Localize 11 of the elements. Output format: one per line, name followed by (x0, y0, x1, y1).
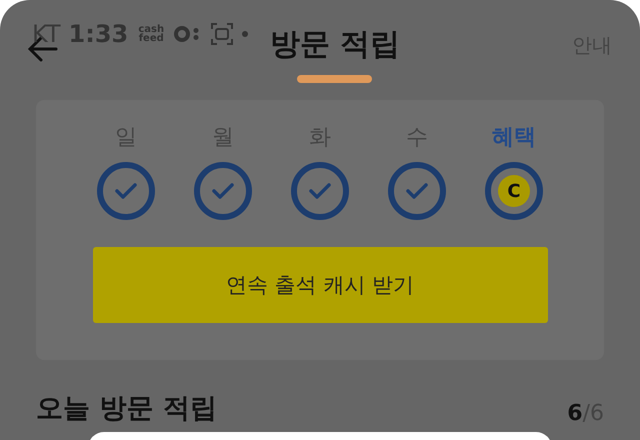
check-icon (291, 162, 349, 220)
check-icon (97, 162, 155, 220)
dot-icon (242, 31, 248, 37)
claim-button[interactable]: 연속 출석 캐시 받기 (92, 247, 548, 323)
screenshot-icon (210, 22, 234, 46)
page-title: 방문 적립 (270, 26, 400, 64)
check-icon (194, 162, 252, 220)
coin-icon: C (498, 175, 530, 207)
section-title: 오늘 방문 적립 (36, 392, 217, 426)
check-icon (388, 162, 446, 220)
day-label: 혜택 (492, 124, 536, 152)
